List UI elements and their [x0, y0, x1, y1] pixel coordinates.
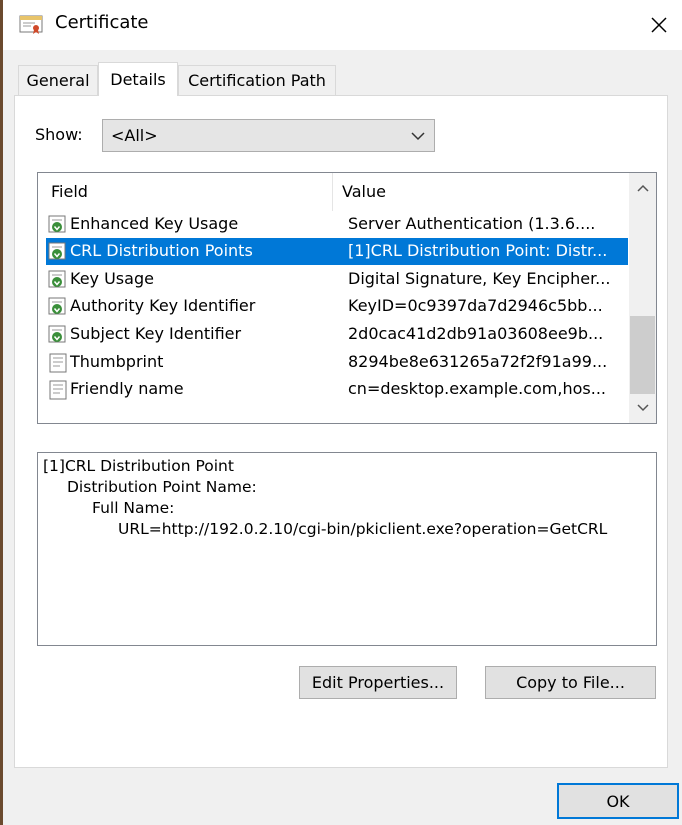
table-row[interactable]: Enhanced Key Usage Server Authentication… — [46, 211, 628, 238]
copy-to-file-button[interactable]: Copy to File... — [485, 666, 656, 699]
detail-line: [1]CRL Distribution Point — [43, 457, 234, 475]
row-field: Thumbprint — [70, 352, 164, 371]
row-value: 8294be8e631265a72f2f91a99... — [348, 352, 608, 371]
chevron-down-icon — [636, 404, 649, 412]
tab-general-label: General — [26, 71, 90, 90]
column-separator[interactable] — [332, 173, 333, 211]
certificate-property-icon — [49, 380, 67, 400]
row-field: Key Usage — [70, 269, 154, 288]
close-icon — [651, 17, 667, 33]
column-header-value[interactable]: Value — [342, 182, 386, 201]
tab-certification-path[interactable]: Certification Path — [178, 65, 336, 95]
table-row[interactable]: Thumbprint 8294be8e631265a72f2f91a99... — [46, 349, 628, 376]
row-field: CRL Distribution Points — [70, 241, 253, 260]
row-value: Digital Signature, Key Encipher... — [348, 269, 611, 288]
detail-line: URL=http://192.0.2.10/cgi-bin/pkiclient.… — [118, 520, 608, 538]
row-value: KeyID=0c9397da7d2946c5bb... — [348, 296, 603, 315]
certificate-icon — [19, 15, 43, 34]
row-field: Subject Key Identifier — [70, 324, 242, 343]
row-value: 2d0cac41d2db91a03608ee9b... — [348, 324, 604, 343]
detail-line: Distribution Point Name: — [67, 478, 257, 496]
row-value: [1]CRL Distribution Point: Distr... — [348, 241, 608, 260]
table-row[interactable]: Friendly name cn=desktop.example.com,hos… — [46, 376, 628, 403]
row-field: Authority Key Identifier — [70, 296, 256, 315]
detail-line: Full Name: — [92, 499, 175, 517]
table-row[interactable]: Subject Key Identifier 2d0cac41d2db91a03… — [46, 321, 628, 348]
tab-details-label: Details — [110, 70, 166, 89]
tab-general[interactable]: General — [18, 65, 98, 95]
field-list[interactable]: Field Value Enhanced Key Usage Server Au… — [37, 172, 657, 424]
tab-details[interactable]: Details — [98, 62, 178, 96]
certificate-property-icon — [49, 353, 67, 373]
edit-properties-label: Edit Properties... — [311, 673, 445, 692]
table-row[interactable]: Key Usage Digital Signature, Key Enciphe… — [46, 266, 628, 293]
certificate-extension-icon — [48, 215, 66, 233]
table-row[interactable]: Authority Key Identifier KeyID=0c9397da7… — [46, 293, 628, 320]
edit-properties-button[interactable]: Edit Properties... — [299, 666, 457, 699]
table-row-selected[interactable]: CRL Distribution Points [1]CRL Distribut… — [46, 238, 628, 265]
ok-button[interactable]: OK — [557, 783, 679, 819]
scroll-up-button[interactable] — [629, 173, 656, 203]
certificate-extension-icon — [48, 270, 66, 288]
window-left-edge — [0, 0, 3, 825]
certificate-extension-icon — [48, 297, 66, 315]
certificate-extension-icon — [48, 325, 66, 343]
chevron-down-icon — [411, 132, 425, 141]
scroll-thumb[interactable] — [630, 316, 655, 394]
copy-to-file-label: Copy to File... — [516, 673, 625, 692]
details-tab-panel: Show: <All> Field Value Enhanced Key Usa… — [14, 95, 668, 768]
show-dropdown-value: <All> — [111, 126, 158, 145]
row-value: Server Authentication (1.3.6.... — [348, 214, 596, 233]
field-detail-textbox[interactable]: [1]CRL Distribution Point Distribution P… — [37, 452, 657, 646]
column-header-field[interactable]: Field — [51, 182, 88, 201]
row-field: Enhanced Key Usage — [70, 214, 239, 233]
chevron-up-icon — [636, 184, 649, 192]
close-button[interactable] — [636, 0, 682, 50]
window-title: Certificate — [55, 12, 149, 33]
row-field: Friendly name — [70, 379, 184, 398]
title-bar: Certificate — [3, 0, 682, 50]
tab-certification-path-label: Certification Path — [188, 71, 326, 90]
show-label: Show: — [35, 125, 83, 144]
ok-label: OK — [606, 791, 630, 811]
certificate-extension-icon — [48, 242, 66, 260]
scroll-down-button[interactable] — [629, 393, 656, 423]
list-header: Field Value — [38, 173, 630, 211]
show-dropdown[interactable]: <All> — [102, 119, 435, 152]
row-value: cn=desktop.example.com,hos... — [348, 379, 606, 398]
list-scrollbar[interactable] — [629, 173, 656, 423]
